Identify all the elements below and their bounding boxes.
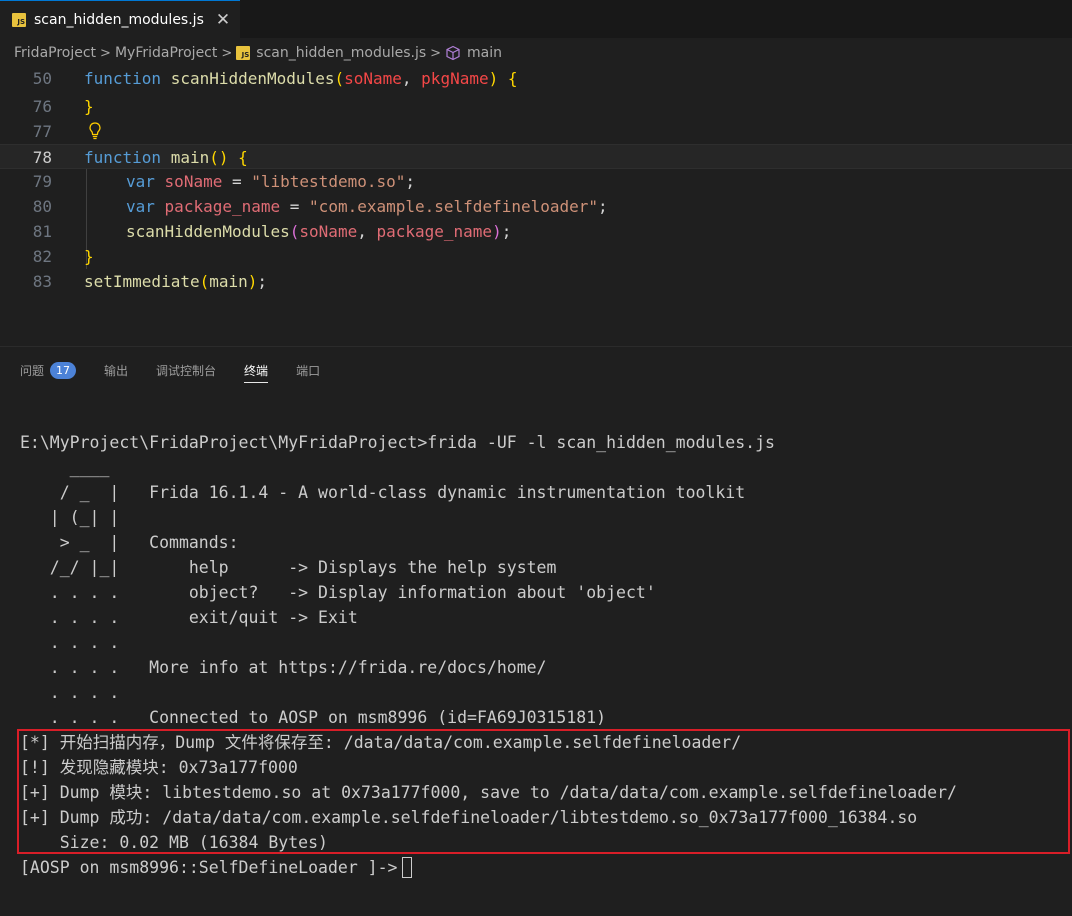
problems-count-badge: 17	[50, 361, 77, 379]
code-line: 82 }	[0, 244, 1072, 269]
code-text: }	[84, 97, 94, 116]
terminal-prompt[interactable]: [AOSP on msm8996::SelfDefineLoader ]->	[20, 855, 412, 880]
terminal-line: . . . .	[20, 633, 120, 652]
terminal-line: [+] Dump 成功: /data/data/com.example.self…	[20, 808, 918, 827]
breadcrumb-label: scan_hidden_modules.js	[256, 45, 427, 61]
tab-label: 问题	[20, 363, 45, 378]
terminal-line: > _ | Commands:	[20, 533, 239, 552]
tab-terminal[interactable]: 终端	[244, 350, 269, 390]
line-number: 76	[32, 97, 52, 116]
close-icon[interactable]: ✕	[216, 10, 230, 30]
breadcrumb-item-fridaproject[interactable]: FridaProject	[14, 45, 96, 61]
line-number: 79	[32, 172, 52, 191]
chevron-right-icon: >	[430, 45, 442, 61]
code-editor[interactable]: 50 function scanHiddenModules(soName, pk…	[0, 66, 1072, 346]
terminal-line: / _ | Frida 16.1.4 - A world-class dynam…	[20, 483, 746, 502]
chevron-right-icon: >	[221, 45, 233, 61]
line-number: 50	[32, 69, 52, 88]
editor-tab-bar: JS scan_hidden_modules.js ✕	[0, 0, 1072, 38]
chevron-right-icon: >	[100, 45, 111, 61]
terminal-line: . . . . More info at https://frida.re/do…	[20, 658, 547, 677]
tab-label: 端口	[296, 363, 321, 378]
panel-tab-bar: 问题 17 输出 调试控制台 终端 端口	[0, 350, 1072, 390]
line-number: 80	[32, 197, 52, 216]
code-text: var package_name = "com.example.selfdefi…	[126, 197, 608, 216]
breadcrumb: FridaProject > MyFridaProject > JS scan_…	[0, 40, 1072, 66]
breadcrumb-label: MyFridaProject	[114, 45, 218, 61]
tab-problems[interactable]: 问题 17	[20, 350, 77, 390]
breadcrumb-label: main	[467, 45, 503, 61]
code-line: 50 function scanHiddenModules(soName, pk…	[0, 66, 1072, 91]
code-line: 83 setImmediate(main);	[0, 269, 1072, 294]
terminal-line: | (_| |	[20, 508, 120, 527]
terminal-line: /_/ |_| help -> Displays the help system	[20, 558, 557, 577]
tab-output[interactable]: 输出	[104, 350, 128, 390]
tab-scan-hidden-modules[interactable]: JS scan_hidden_modules.js ✕	[0, 0, 240, 38]
terminal-line: . . . .	[20, 683, 120, 702]
terminal-line: ____	[20, 458, 110, 477]
breadcrumb-label: FridaProject	[14, 45, 97, 61]
tab-ports[interactable]: 端口	[296, 350, 320, 390]
line-number: 81	[32, 222, 52, 241]
line-number: 83	[32, 272, 52, 291]
code-text: setImmediate(main);	[84, 272, 268, 291]
panel-divider	[0, 346, 1072, 347]
terminal-line: . . . . Connected to AOSP on msm8996 (id…	[20, 708, 607, 727]
code-line: 79 var soName = "libtestdemo.so";	[0, 169, 1072, 194]
terminal-line: E:\MyProject\FridaProject\MyFridaProject…	[20, 433, 775, 452]
line-number: 77	[32, 122, 52, 141]
terminal-line: . . . . exit/quit -> Exit	[20, 608, 358, 627]
code-line: 80 var package_name = "com.example.selfd…	[0, 194, 1072, 219]
tab-debug-console[interactable]: 调试控制台	[156, 350, 216, 390]
terminal-line: . . . . object? -> Display information a…	[20, 583, 656, 602]
line-number: 78	[32, 148, 52, 167]
prompt-text: [AOSP on msm8996::SelfDefineLoader ]->	[20, 858, 398, 877]
breadcrumb-item-myfridaproject[interactable]: MyFridaProject	[115, 45, 217, 61]
tab-label: 调试控制台	[156, 363, 217, 378]
code-line: 77	[0, 119, 1072, 144]
code-text: scanHiddenModules(soName, package_name);	[126, 222, 512, 241]
terminal-line: [+] Dump 模块: libtestdemo.so at 0x73a177f…	[20, 783, 957, 802]
code-text: function scanHiddenModules(soName, pkgNa…	[84, 69, 518, 88]
tab-label: scan_hidden_modules.js	[34, 11, 204, 28]
breadcrumb-item-file[interactable]: JS scan_hidden_modules.js	[236, 45, 426, 61]
breadcrumb-item-main[interactable]: main	[445, 45, 502, 61]
code-line-current: 78 function main() {	[0, 144, 1072, 169]
symbol-method-icon	[446, 45, 460, 61]
terminal-line: Size: 0.02 MB (16384 Bytes)	[20, 833, 328, 852]
code-text: }	[84, 247, 94, 266]
tab-label: 终端	[244, 363, 269, 378]
code-text: function main() {	[84, 148, 248, 167]
code-line: 76 }	[0, 94, 1072, 119]
tab-label: 输出	[104, 363, 129, 378]
terminal-cursor	[401, 857, 412, 878]
code-line: 81 scanHiddenModules(soName, package_nam…	[0, 219, 1072, 244]
code-text: var soName = "libtestdemo.so";	[126, 172, 416, 191]
line-number: 82	[32, 247, 52, 266]
lightbulb-icon[interactable]	[88, 121, 102, 141]
js-file-icon: JS	[12, 12, 26, 27]
terminal-line: [!] 发现隐藏模块: 0x73a177f000	[20, 758, 298, 777]
terminal-line: [*] 开始扫描内存，Dump 文件将保存至: /data/data/com.e…	[20, 733, 742, 752]
js-file-icon: JS	[236, 46, 251, 60]
